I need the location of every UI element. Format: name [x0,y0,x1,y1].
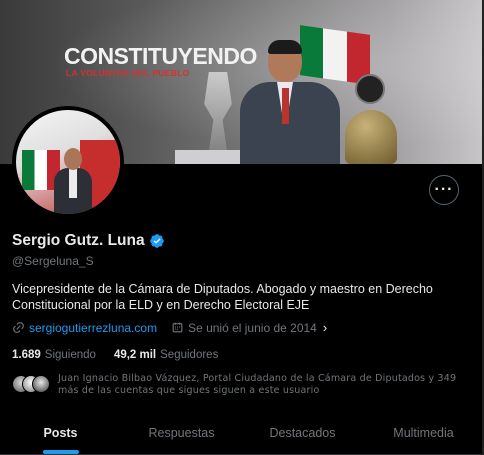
profile-avatar[interactable] [12,106,124,218]
profile-bio: Vicepresidente de la Cámara de Diputados… [12,282,433,312]
more-options-button[interactable]: ··· [429,175,459,205]
profile-meta: sergiogutierrezluna.com Se unió el junio… [12,320,327,335]
bell-image [345,110,397,164]
chevron-right-icon[interactable]: › [323,320,327,335]
banner-person-image [230,40,350,164]
tab-multimedia[interactable]: Multimedia [363,412,484,454]
avatar [32,375,50,393]
profile-name-row: Sergio Gutz. Luna [12,232,165,250]
banner-subtitle: LA VOLUNTAD DEL PUEBLO [66,68,190,78]
join-date[interactable]: Se unió el junio de 2014 [188,321,317,335]
tab-destacados[interactable]: Destacados [242,412,363,454]
banner-title: CONSTITUYENDO [64,43,257,69]
profile-tabs: Posts Respuestas Destacados Multimedia [0,412,484,455]
tab-respuestas[interactable]: Respuestas [121,412,242,454]
followers-you-know-text: Juan Ignacio Bilbao Vázquez, Portal Ciud… [58,373,457,396]
following-count[interactable]: 1.689 Siguiendo [12,349,96,361]
followers-you-know[interactable]: Juan Ignacio Bilbao Vázquez, Portal Ciud… [12,373,468,397]
followers-count[interactable]: 49,2 mil Seguidores [114,349,218,361]
seal-image [355,74,385,104]
follow-counts: 1.689 Siguiendo 49,2 mil Seguidores [12,349,218,361]
calendar-icon [172,322,183,333]
active-tab-indicator [42,450,79,454]
link-icon [13,322,24,333]
verified-badge-icon[interactable] [149,233,165,249]
tab-posts[interactable]: Posts [0,412,121,454]
more-horizontal-icon: ··· [434,181,454,198]
follower-avatars [12,375,50,393]
profile-name: Sergio Gutz. Luna [12,232,145,249]
profile-handle: @Sergeluna_S [12,254,94,268]
website-link[interactable]: sergiogutierrezluna.com [29,321,157,335]
